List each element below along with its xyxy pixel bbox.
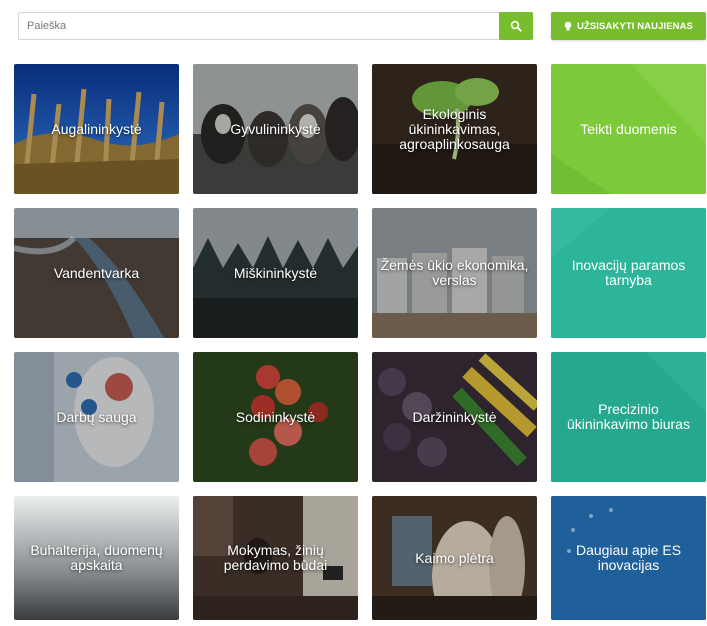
tile-inovaciju-paramos[interactable]: Inovacijų paramos tarnyba: [551, 208, 706, 338]
search-bar: [18, 12, 533, 40]
tile-label: Kaimo plėtra: [415, 549, 494, 566]
tile-es-inovacijos[interactable]: Daugiau apie ES inovacijas: [551, 496, 706, 620]
tile-label: Darbų sauga: [56, 408, 137, 425]
lightbulb-icon: [564, 21, 572, 30]
tile-precizinio[interactable]: Precizinio ūkininkavimo biuras: [551, 352, 706, 482]
search-input[interactable]: [19, 13, 501, 39]
tile-ekologinis[interactable]: Ekologinis ūkininkavimas, agroaplinkosau…: [372, 64, 537, 194]
tile-darzininkyste[interactable]: Daržininkystė: [372, 352, 537, 482]
tile-label: Precizinio ūkininkavimo biuras: [567, 401, 690, 432]
tile-label: Gyvulininkystė: [230, 120, 321, 137]
tile-teikti-duomenis[interactable]: Teikti duomenis: [551, 64, 706, 194]
subscribe-label: UŽSISAKYTI NAUJIENAS: [576, 20, 693, 32]
category-grid: Augalininkystė Gyvulininkystė Ekologinis…: [14, 64, 706, 626]
tile-label: Teikti duomenis: [580, 120, 677, 137]
tile-label: Miškininkystė: [233, 264, 318, 281]
tile-label: Daržininkystė: [412, 408, 497, 425]
tile-miskininkyste[interactable]: Miškininkystė: [193, 208, 358, 338]
tile-label: Ekologinis ūkininkavimas, agroaplinkosau…: [399, 105, 510, 152]
tile-label: Augalininkystė: [51, 120, 142, 137]
tile-label: Inovacijų paramos tarnyba: [571, 257, 686, 288]
tile-augalininkyste[interactable]: Augalininkystė: [14, 64, 179, 194]
tile-mokymas[interactable]: Mokymas, žinių perdavimo būdai: [193, 496, 358, 620]
tile-buhalterija[interactable]: Buhalterija, duomenų apskaita: [14, 496, 179, 620]
tile-label: Vandentvarka: [53, 264, 140, 281]
tile-sodininkyste[interactable]: Sodininkystė: [193, 352, 358, 482]
tile-label: Sodininkystė: [235, 408, 316, 425]
search-icon: [510, 20, 522, 32]
tile-gyvulininkyste[interactable]: Gyvulininkystė: [193, 64, 358, 194]
tile-kaimo-pletra[interactable]: Kaimo plėtra: [372, 496, 537, 620]
search-button[interactable]: [499, 12, 533, 40]
tile-label: Mokymas, žinių perdavimo būdai: [223, 542, 328, 573]
subscribe-button[interactable]: UŽSISAKYTI NAUJIENAS: [551, 12, 706, 40]
tile-zemes-ukio-ekonomika[interactable]: Žemės ūkio ekonomika, verslas: [372, 208, 537, 338]
tile-label: Buhalterija, duomenų apskaita: [30, 542, 163, 573]
tile-label: Žemės ūkio ekonomika, verslas: [380, 257, 529, 288]
tile-vandentvarka[interactable]: Vandentvarka: [14, 208, 179, 338]
tile-label: Daugiau apie ES inovacijas: [575, 542, 682, 573]
tile-darbu-sauga[interactable]: Darbų sauga: [14, 352, 179, 482]
